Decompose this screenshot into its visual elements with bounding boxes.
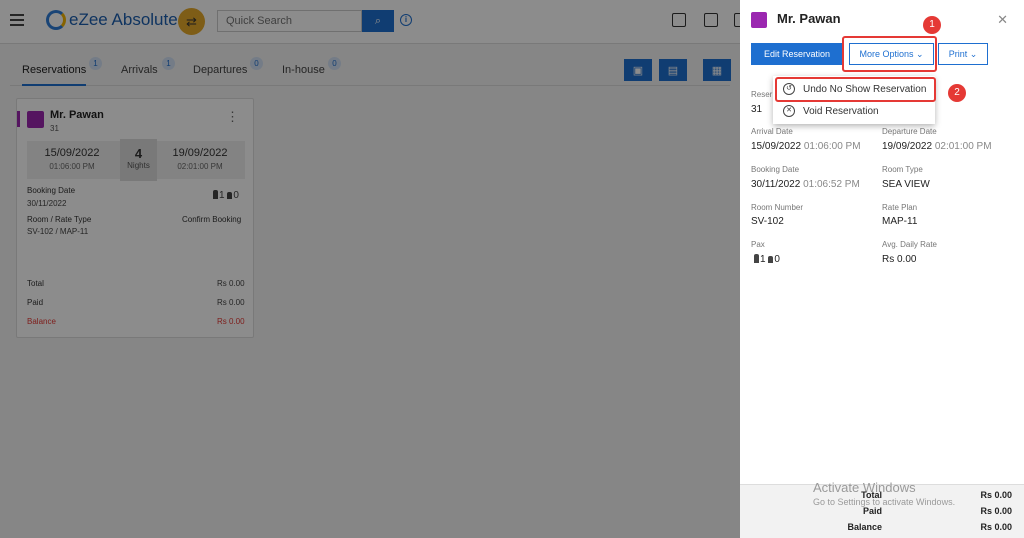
child-icon xyxy=(768,256,774,263)
booking-date-label: Booking Date xyxy=(751,165,800,174)
arrival-datetime: 15/09/2022 01:06:00 PM xyxy=(751,141,861,152)
step2-highlight xyxy=(775,77,936,102)
print-label: Print xyxy=(948,49,968,59)
edit-reservation-button[interactable]: Edit Reservation xyxy=(751,43,843,65)
chevron-down-icon: ⌄ xyxy=(969,48,978,59)
room-type-label: Room Type xyxy=(882,165,923,174)
departure-date: 19/09/2022 xyxy=(882,141,933,152)
arrival-date: 15/09/2022 xyxy=(751,141,802,152)
booking-date: 30/11/2022 xyxy=(751,179,801,190)
close-icon[interactable]: ✕ xyxy=(997,12,1008,28)
room-number: SV-102 xyxy=(751,216,784,227)
modal-backdrop[interactable] xyxy=(0,0,740,538)
panel-totals: Activate Windows Go to Settings to activ… xyxy=(740,480,1024,538)
print-button[interactable]: Print ⌄ xyxy=(938,43,988,65)
panel-guest-name: Mr. Pawan xyxy=(777,11,841,26)
adult-count: 1 xyxy=(760,254,766,265)
departure-time: 02:01:00 PM xyxy=(934,141,992,152)
step1-marker: 1 xyxy=(923,16,941,34)
pax-count: 1 0 xyxy=(754,254,780,265)
balance-value: Rs 0.00 xyxy=(980,522,1012,532)
void-reservation-label: Void Reservation xyxy=(803,105,879,117)
reservation-number: 31 xyxy=(751,104,763,115)
arrival-date-label: Arrival Date xyxy=(751,127,793,136)
step2-marker: 2 xyxy=(948,84,966,102)
total-value: Rs 0.00 xyxy=(980,490,1012,500)
departure-datetime: 19/09/2022 02:01:00 PM xyxy=(882,141,992,152)
rate-plan: MAP-11 xyxy=(882,216,918,227)
avg-daily-rate: Rs 0.00 xyxy=(882,254,917,265)
void-reservation-menu-item[interactable]: ✕ Void Reservation xyxy=(773,100,935,122)
void-icon: ✕ xyxy=(783,105,795,117)
child-count: 0 xyxy=(774,254,780,265)
reservation-label: Reser xyxy=(751,90,773,99)
departure-date-label: Departure Date xyxy=(882,127,937,136)
pax-label: Pax xyxy=(751,240,765,249)
rate-plan-label: Rate Plan xyxy=(882,203,918,212)
paid-label: Paid xyxy=(862,506,882,516)
avg-daily-rate-label: Avg. Daily Rate xyxy=(882,240,937,249)
room-type: SEA VIEW xyxy=(882,179,930,190)
adult-icon xyxy=(754,254,759,263)
building-icon xyxy=(751,12,767,28)
paid-value: Rs 0.00 xyxy=(980,506,1012,516)
total-label: Total xyxy=(861,490,882,500)
balance-label: Balance xyxy=(847,522,882,532)
step1-highlight xyxy=(842,36,937,72)
booking-datetime: 30/11/2022 01:06:52 PM xyxy=(751,179,860,190)
arrival-time: 01:06:00 PM xyxy=(803,141,861,152)
booking-time: 01:06:52 PM xyxy=(803,179,860,190)
room-number-label: Room Number xyxy=(751,203,804,212)
